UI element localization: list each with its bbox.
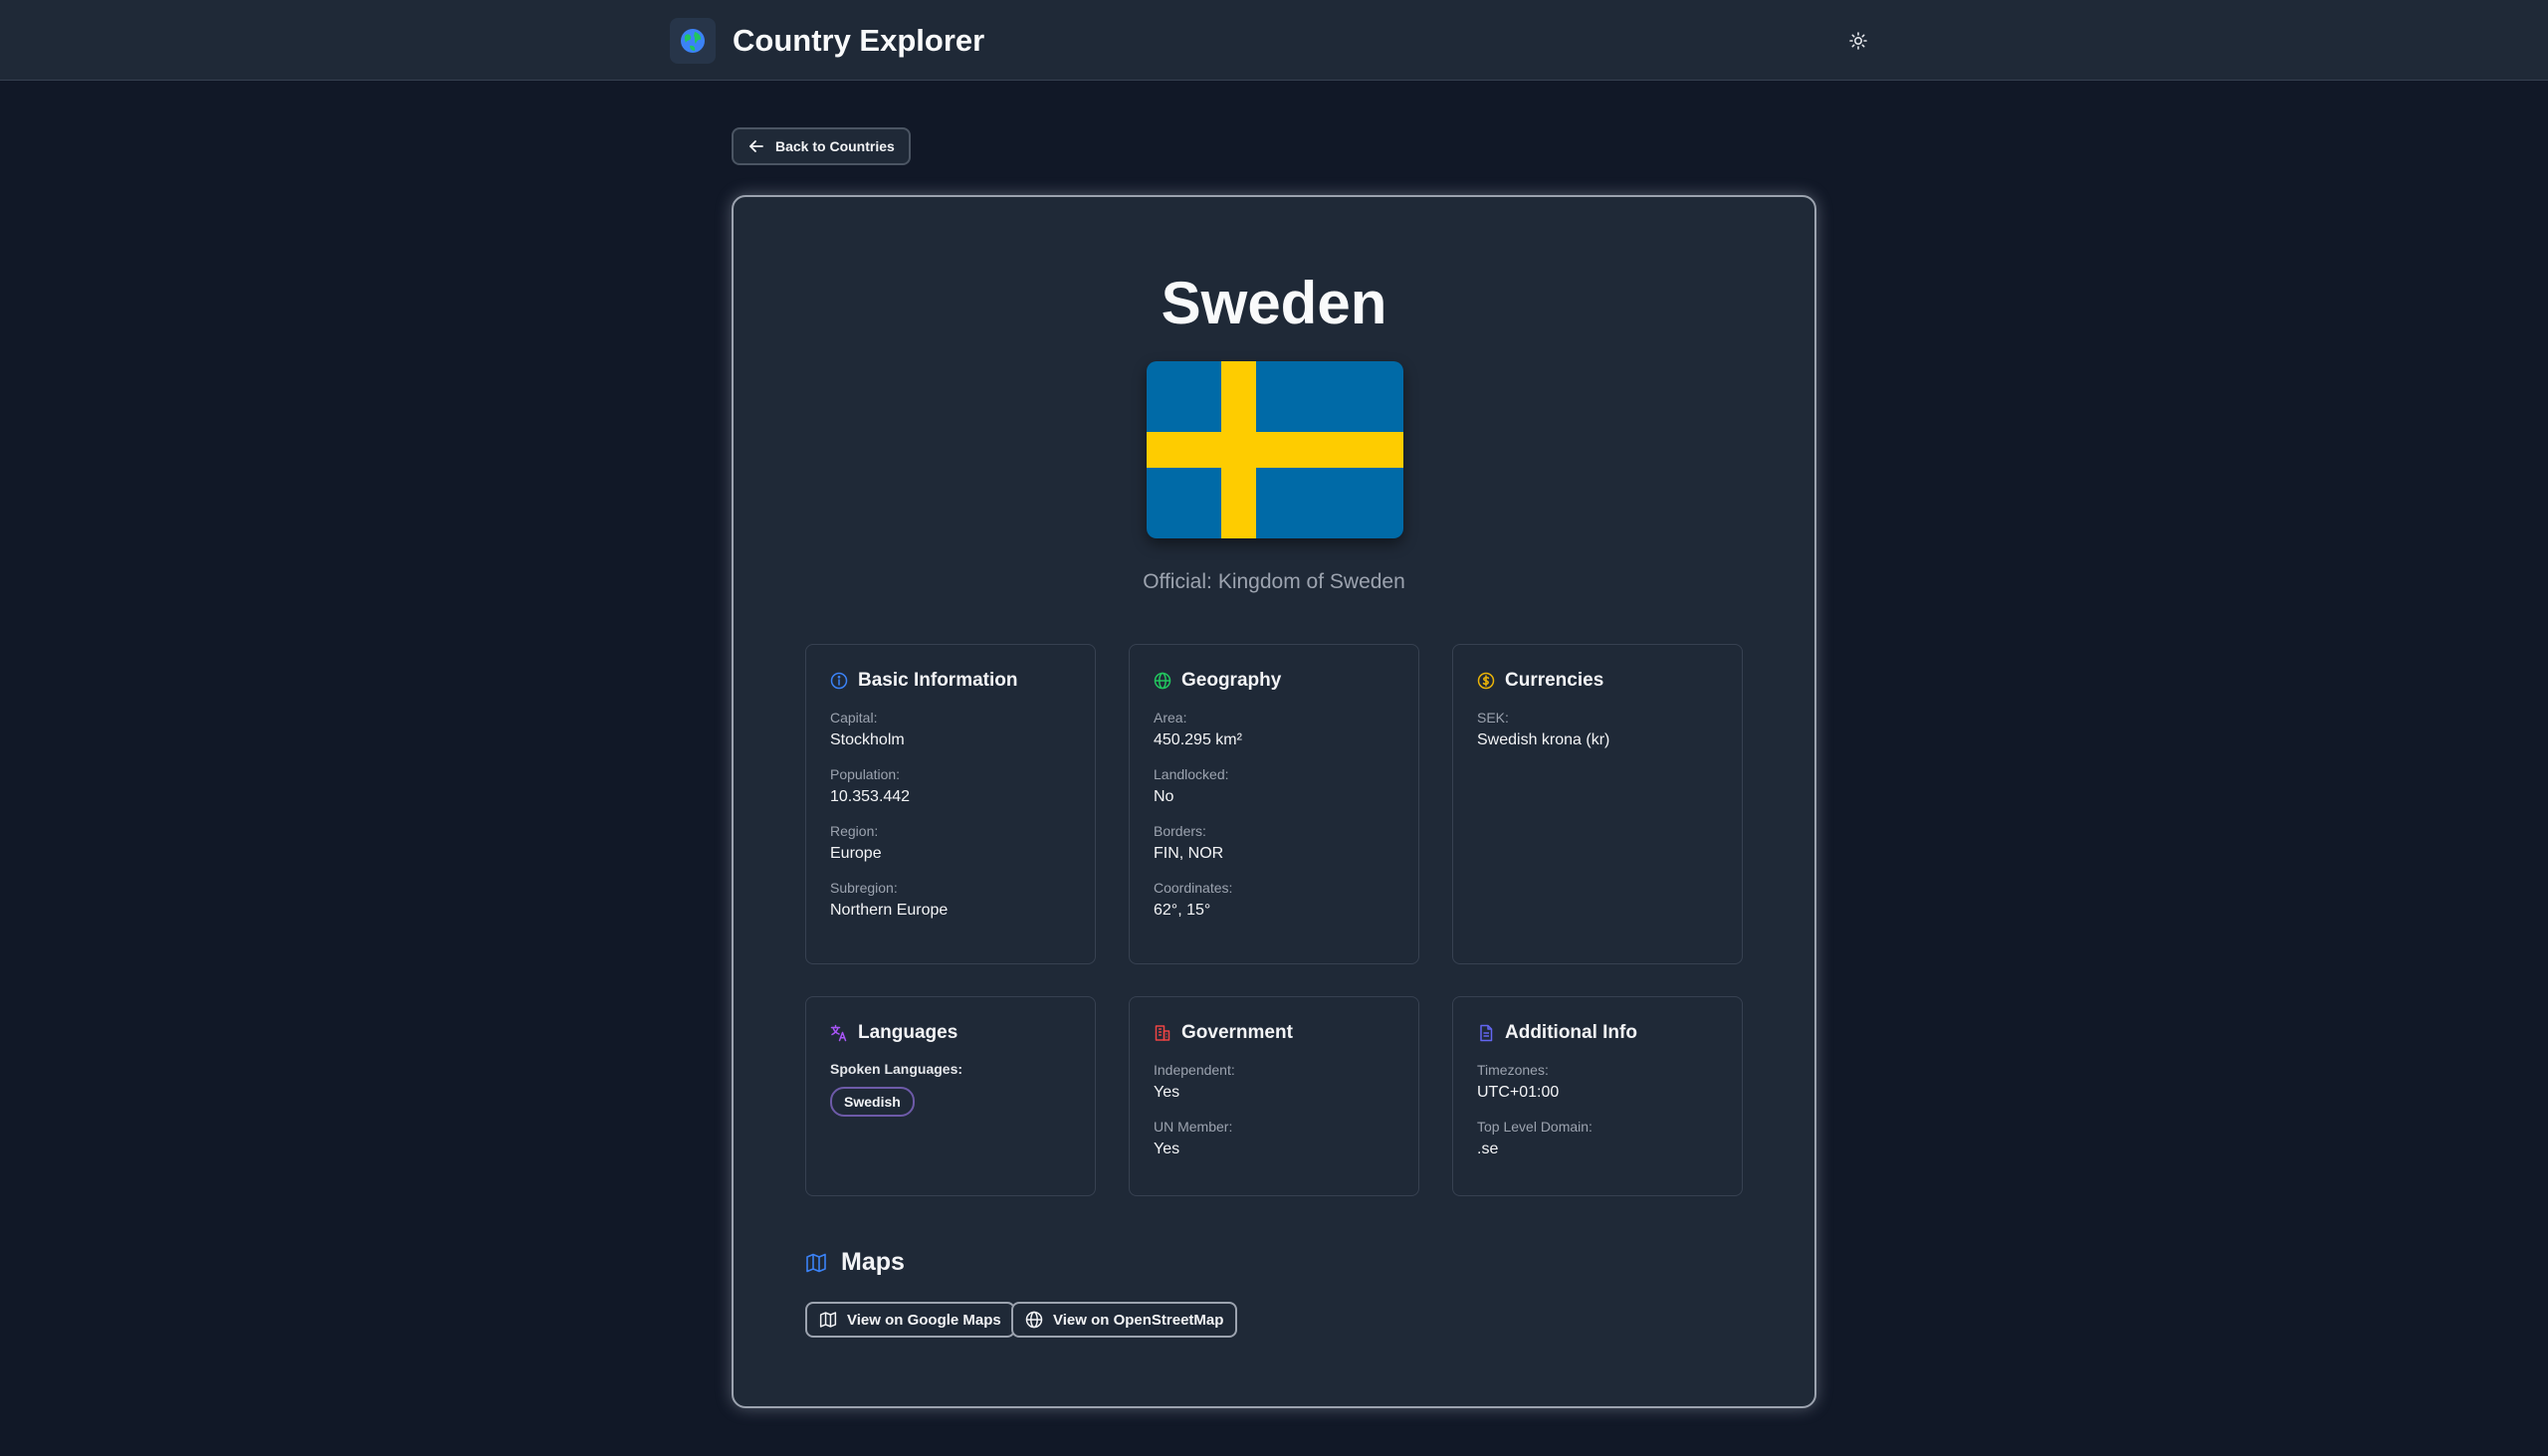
currencies-panel: Currencies SEK: Swedish krona (kr) bbox=[1452, 644, 1743, 964]
additional-info-panel: Additional Info Timezones: UTC+01:00 Top … bbox=[1452, 996, 1743, 1196]
language-chip: Swedish bbox=[830, 1087, 915, 1117]
basic-info-title: Basic Information bbox=[858, 670, 1018, 691]
arrow-left-icon bbox=[749, 140, 763, 152]
field-un-member: UN Member: Yes bbox=[1154, 1119, 1233, 1157]
field-subregion: Subregion: Northern Europe bbox=[830, 880, 949, 919]
theme-toggle-button[interactable] bbox=[1841, 24, 1875, 58]
field-borders: Borders: FIN, NOR bbox=[1154, 823, 1224, 862]
openstreetmap-label: View on OpenStreetMap bbox=[1053, 1311, 1224, 1329]
globe-icon bbox=[1154, 672, 1171, 690]
languages-panel: Languages Spoken Languages: Swedish bbox=[805, 996, 1096, 1196]
maps-title: Maps bbox=[841, 1248, 905, 1276]
official-prefix: Official: bbox=[1143, 570, 1212, 593]
app-title[interactable]: Country Explorer bbox=[733, 22, 984, 60]
back-to-countries-button[interactable]: Back to Countries bbox=[732, 127, 911, 165]
geography-title: Geography bbox=[1181, 670, 1282, 691]
document-icon bbox=[1480, 1024, 1493, 1042]
field-coordinates: Coordinates: 62°, 15° bbox=[1154, 880, 1233, 919]
geography-panel: Geography Area: 450.295 km² Landlocked: No… bbox=[1129, 644, 1419, 964]
languages-title: Languages bbox=[858, 1022, 958, 1043]
basic-info-panel: Basic Information Capital: Stockholm Popu… bbox=[805, 644, 1096, 964]
maps-section-title: Maps bbox=[805, 1248, 905, 1277]
government-title: Government bbox=[1181, 1022, 1293, 1043]
country-detail-card: Sweden Official: Kingdom of Sweden Basic … bbox=[732, 195, 1816, 1408]
dollar-circle-icon bbox=[1477, 672, 1495, 690]
back-button-label: Back to Countries bbox=[775, 138, 895, 154]
sun-icon bbox=[1849, 32, 1867, 50]
official-name-value: Kingdom of Sweden bbox=[1217, 570, 1405, 593]
globe-icon bbox=[681, 29, 705, 53]
country-flag bbox=[1147, 361, 1403, 538]
top-navbar: Country Explorer bbox=[0, 0, 2548, 81]
field-region: Region: Europe bbox=[830, 823, 882, 862]
government-panel: Government Independent: Yes UN Member: Yes bbox=[1129, 996, 1419, 1196]
openstreetmap-button[interactable]: View on OpenStreetMap bbox=[1011, 1302, 1238, 1338]
field-top-level-domain: Top Level Domain: .se bbox=[1477, 1119, 1592, 1157]
field-currency-sek: SEK: Swedish krona (kr) bbox=[1477, 710, 1610, 748]
field-landlocked: Landlocked: No bbox=[1154, 766, 1229, 805]
map-icon bbox=[806, 1253, 826, 1272]
info-icon bbox=[830, 672, 848, 690]
translate-icon bbox=[830, 1024, 847, 1042]
official-name: Official: Kingdom of Sweden bbox=[734, 570, 1814, 594]
google-maps-button[interactable]: View on Google Maps bbox=[805, 1302, 1015, 1338]
country-name: Sweden bbox=[1161, 270, 1387, 336]
field-area: Area: 450.295 km² bbox=[1154, 710, 1242, 748]
field-timezones: Timezones: UTC+01:00 bbox=[1477, 1062, 1560, 1101]
building-icon bbox=[1155, 1025, 1170, 1041]
additional-info-title: Additional Info bbox=[1505, 1022, 1637, 1043]
spoken-languages-heading: Spoken Languages: bbox=[830, 1061, 963, 1077]
currencies-title: Currencies bbox=[1505, 670, 1604, 691]
google-maps-label: View on Google Maps bbox=[847, 1311, 1001, 1329]
map-icon bbox=[819, 1312, 837, 1328]
field-independent: Independent: Yes bbox=[1154, 1062, 1235, 1101]
globe-icon bbox=[1025, 1311, 1043, 1329]
field-population: Population: 10.353.442 bbox=[830, 766, 911, 805]
app-logo[interactable] bbox=[670, 18, 716, 64]
field-capital: Capital: Stockholm bbox=[830, 710, 905, 748]
